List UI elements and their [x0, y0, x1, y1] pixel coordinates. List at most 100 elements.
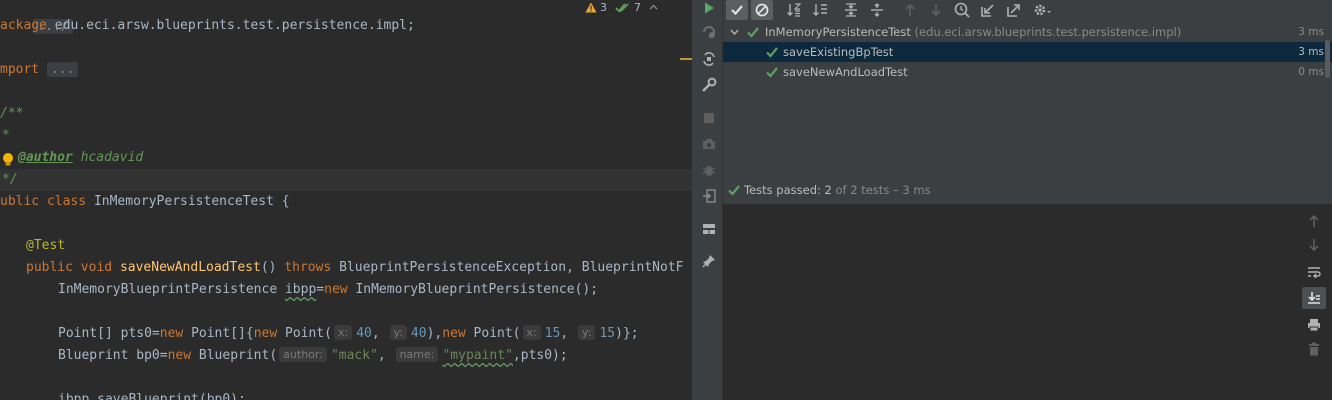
test-name: saveNewAndLoadTest [783, 65, 908, 79]
print-icon [1308, 319, 1320, 332]
soft-wrap-icon [1308, 267, 1321, 278]
test-history-button[interactable] [951, 0, 973, 20]
scroll-to-end-icon [1308, 292, 1320, 304]
code-line-blueprint: Blueprint bp0=new Blueprint(author: "mack… [58, 347, 568, 363]
collapse-all-icon [871, 3, 883, 17]
clear-all-button[interactable] [1302, 338, 1326, 360]
layout-button[interactable] [699, 219, 719, 239]
tree-row-test[interactable]: saveExistingBpTest 3 ms [723, 42, 1332, 62]
param-hint-x: x: [333, 325, 353, 340]
expand-all-button[interactable] [840, 0, 862, 20]
print-button[interactable] [1302, 314, 1326, 336]
code-line-points: Point[] pts0=new Point[]{new Point(x: 40,… [58, 325, 639, 341]
tree-scrollbar[interactable] [1325, 40, 1330, 78]
wrench-icon [702, 77, 717, 92]
import-fold[interactable]: ... [46, 62, 79, 77]
scroll-down-icon [1309, 239, 1319, 252]
double-check-icon [615, 2, 629, 12]
stop-button[interactable] [699, 108, 719, 128]
warnings-count: 3 [600, 0, 607, 14]
lightbulb-icon[interactable] [2, 152, 14, 168]
param-hint-y: y: [389, 325, 407, 340]
camera-icon [703, 139, 715, 149]
expand-all-icon [845, 3, 857, 17]
console-toolbar [1298, 204, 1332, 400]
inspection-widget[interactable]: 3 7 [585, 0, 658, 14]
run-button[interactable] [699, 0, 719, 18]
settings-button[interactable] [1031, 0, 1053, 20]
run-icon [705, 2, 714, 14]
test-passed-icon [766, 47, 778, 58]
dump-threads-button[interactable] [699, 134, 719, 154]
code-line-breadcrumb: .../ [2, 0, 73, 34]
code-line-class: ublic class InMemoryPersistenceTest { [0, 194, 290, 209]
test-status-bar: Tests passed: 2 of 2 tests – 3 ms [723, 178, 1332, 202]
wrench-button[interactable] [699, 75, 719, 95]
code-line-annotation: @Test [26, 238, 66, 253]
import-icon [981, 4, 994, 17]
test-passed-icon [728, 185, 740, 196]
weak-warnings-indicator[interactable]: 7 [615, 1, 641, 14]
tree-row-test[interactable]: saveNewAndLoadTest 0 ms [723, 62, 1332, 82]
history-icon [954, 2, 970, 18]
chevron-down-icon[interactable] [730, 28, 739, 36]
toggle-autotest-button[interactable] [699, 49, 719, 69]
scroll-up-button[interactable] [1302, 210, 1326, 232]
debug-button[interactable] [699, 160, 719, 180]
exit-button[interactable] [699, 186, 719, 206]
collapse-all-button[interactable] [866, 0, 888, 20]
sort-duration-icon [813, 4, 827, 16]
root-test-duration: 3 ms [1298, 26, 1324, 38]
next-failed-icon [931, 4, 941, 17]
root-test-package: (edu.eci.arsw.blueprints.test.persistenc… [914, 25, 1182, 39]
code-line-package: ackage edu.eci.arsw.blueprints.test.pers… [0, 18, 415, 33]
status-summary: of 2 tests – 3 ms [835, 183, 931, 197]
code-line-method: public void saveNewAndLoadTest() throws … [26, 260, 684, 275]
sort-alpha-icon [787, 3, 802, 17]
show-ignored-toggle[interactable] [751, 0, 773, 20]
tree-root-row[interactable]: InMemoryPersistenceTest (edu.eci.arsw.bl… [723, 22, 1332, 42]
export-results-button[interactable] [1003, 0, 1025, 20]
import-tests-button[interactable] [977, 0, 999, 20]
code-line-doc-close: */ [2, 172, 18, 187]
layout-icon [703, 224, 715, 234]
status-prefix: Tests passed: [744, 183, 821, 197]
toggle-autotest-icon [703, 52, 715, 66]
run-tool-window: InMemoryPersistenceTest (edu.eci.arsw.bl… [695, 0, 1332, 400]
rerun-failed-icon [703, 26, 715, 38]
exit-icon [703, 189, 716, 203]
pin-tab-button[interactable] [699, 251, 719, 271]
console-output[interactable] [723, 204, 1298, 400]
test-name: saveExistingBpTest [783, 45, 894, 59]
warnings-indicator[interactable]: 3 [585, 1, 607, 14]
scroll-down-button[interactable] [1302, 234, 1326, 256]
code-line-save: ibpp.saveBlueprint(bp0); [58, 392, 246, 400]
previous-failed-button[interactable] [899, 0, 921, 20]
show-ignored-icon [755, 3, 769, 17]
show-passed-toggle[interactable] [726, 0, 748, 20]
test-duration: 3 ms [1298, 46, 1324, 58]
status-count: 2 [824, 183, 832, 197]
rerun-failed-button[interactable] [699, 22, 719, 42]
soft-wrap-button[interactable] [1302, 261, 1326, 283]
weak-warnings-count: 7 [634, 0, 641, 14]
pin-icon [702, 255, 715, 268]
scroll-up-icon [1309, 214, 1319, 227]
sort-alphabetically-button[interactable] [783, 0, 805, 20]
code-editor[interactable]: .../ ackage edu.eci.arsw.blueprints.test… [0, 0, 692, 400]
sort-by-duration-button[interactable] [809, 0, 831, 20]
prev-failed-icon [905, 3, 915, 16]
param-hint-name: name: [395, 347, 439, 362]
code-line-import: mport ... [0, 59, 79, 81]
next-failed-button[interactable] [925, 0, 947, 20]
test-passed-icon [766, 67, 778, 78]
test-results-tree[interactable]: InMemoryPersistenceTest (edu.eci.arsw.bl… [723, 22, 1332, 172]
stop-icon [704, 113, 714, 123]
scroll-to-end-button[interactable] [1302, 287, 1326, 309]
code-line-doc-open: /** [0, 106, 24, 121]
root-test-name: InMemoryPersistenceTest [765, 25, 911, 39]
scroll-marker [680, 58, 692, 60]
chevron-up-icon[interactable] [649, 4, 658, 10]
code-line-doc-star: * [2, 128, 10, 143]
code-line-author: @author hcadavid [18, 150, 144, 165]
